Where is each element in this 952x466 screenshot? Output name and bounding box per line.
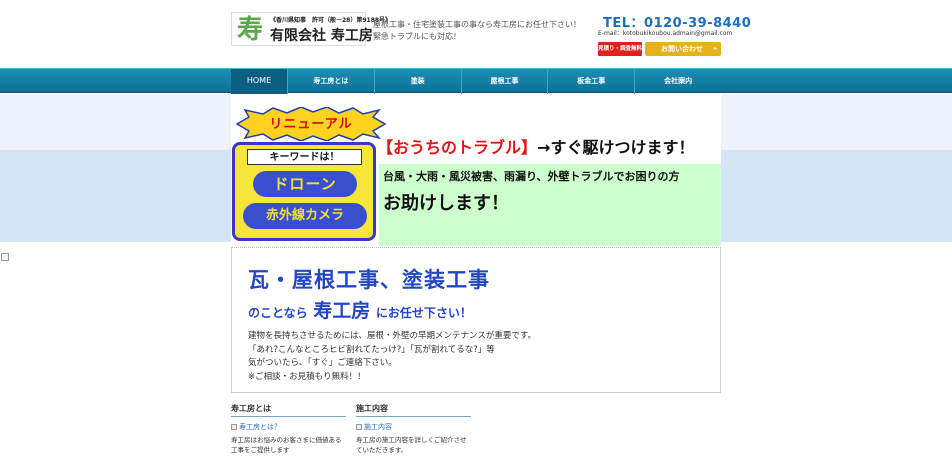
renewal-text: リニューアル [269, 117, 353, 132]
nav-roofing[interactable]: 屋根工事 [462, 69, 549, 94]
tagline-line-2: 緊急トラブルにも対応！ [373, 32, 461, 41]
intro-title-line-1: 瓦・屋根工事、塗装工事 [248, 268, 490, 292]
nav-painting[interactable]: 塗装 [375, 69, 462, 94]
site-logo[interactable]: 寿 《香川県知事 許可（般－28）第9188号》 有限会社 寿工房 [231, 12, 391, 46]
headline-bracket-open: 【 [377, 138, 394, 157]
broken-image-icon [231, 424, 237, 430]
intro-title-prefix: のことなら [248, 306, 308, 320]
contact-button[interactable]: お問い合わせ ▸ [645, 42, 721, 56]
works-column-text: 寿工房の施工内容を詳しくご紹介させていただきます。 [356, 436, 467, 454]
main-nav: HOME 寿工房とは 塗装 屋根工事 板金工事 会社案内 [231, 69, 721, 94]
nav-sheet-metal[interactable]: 板金工事 [548, 69, 636, 94]
company-name: 有限会社 寿工房 [270, 28, 373, 44]
headline-trouble: おうちのトラブル [393, 138, 522, 157]
intro-body-line-3: 気がついたら、「すぐ」ご連絡下さい。 [248, 358, 397, 368]
keyword-label: キーワードは！ [247, 149, 362, 165]
intro-title-suffix: にお任せ下さい！ [375, 306, 472, 320]
nav-about[interactable]: 寿工房とは [288, 69, 375, 94]
keyword-drone: ドローン [253, 171, 357, 197]
works-image-link[interactable]: 施工内容 [356, 422, 471, 432]
intro-section: 瓦・屋根工事、塗装工事 のことなら 寿工房 にお任せ下さい！ 建物を長持ちさせる… [231, 247, 721, 393]
works-image-alt: 施工内容 [364, 423, 392, 431]
intro-body-line-1: 建物を長持ちさせるためには、屋根・外壁の早期メンテナンスが重要です。 [248, 331, 536, 341]
intro-title-brand: 寿工房 [313, 300, 371, 322]
intro-body-line-4: ※ご相談・お見積もり無料！！ [248, 371, 366, 382]
keyword-infrared-camera: 赤外線カメラ [243, 203, 367, 229]
intro-body: 建物を長持ちさせるためには、屋根・外壁の早期メンテナンスが重要です。 「あれ?こ… [248, 330, 536, 384]
about-image-alt: 寿工房とは？ [239, 423, 281, 431]
headline-bracket-close: 】 [521, 138, 538, 157]
hero-description: 台風・大雨・風災被害、雨漏り、外壁トラブルでお困りの方 [383, 170, 680, 183]
email-address[interactable]: E-mail：kotobukikoubou.admain@gmail.com [598, 28, 732, 37]
intro-title-line-2: のことなら 寿工房 にお任せ下さい！ [248, 296, 472, 323]
works-column-title: 施工内容 [356, 403, 471, 417]
about-column: 寿工房とは 寿工房とは？ 寿工房はお悩みのお客さまに価値ある工事をご提供します [231, 403, 346, 455]
free-estimate-button[interactable]: 見積り・調査無料 [598, 42, 642, 56]
about-column-text: 寿工房はお悩みのお客さまに価値ある工事をご提供します [231, 436, 342, 454]
broken-image-icon [1, 253, 9, 261]
about-image-link[interactable]: 寿工房とは？ [231, 422, 346, 432]
page: 寿 《香川県知事 許可（般－28）第9188号》 有限会社 寿工房 屋根工事・住… [0, 0, 952, 466]
hero-headline: 【おうちのトラブル】→すぐ駆けつけます！ [377, 134, 694, 158]
main-navbar: HOME 寿工房とは 塗装 屋根工事 板金工事 会社案内 [0, 68, 952, 94]
arrow-icon: ▸ [713, 45, 717, 52]
site-header: 寿 《香川県知事 許可（般－28）第9188号》 有限会社 寿工房 屋根工事・住… [231, 10, 751, 62]
header-tagline: 屋根工事・住宅塗装工事の事なら寿工房にお任せ下さい！ 緊急トラブルにも対応！ [373, 19, 581, 43]
nav-company[interactable]: 会社案内 [635, 69, 721, 94]
about-column-title: 寿工房とは [231, 403, 346, 417]
works-column: 施工内容 施工内容 寿工房の施工内容を詳しくご紹介させていただきます。 [356, 403, 471, 455]
contact-button-label: お問い合わせ [661, 45, 703, 53]
nav-home[interactable]: HOME [231, 69, 288, 94]
hero-banner[interactable]: リニューアル キーワードは！ ドローン 赤外線カメラ 【おうちのトラブル】→すぐ… [231, 94, 721, 246]
keyword-box: キーワードは！ ドローン 赤外線カメラ [232, 142, 376, 241]
broken-image-icon [356, 424, 362, 430]
logo-mark-icon: 寿 [236, 15, 263, 45]
intro-body-line-2: 「あれ?こんなところヒビ割れてたっけ?」「瓦が割れてるな?」等 [248, 344, 495, 355]
tagline-line-1: 屋根工事・住宅塗装工事の事なら寿工房にお任せ下さい！ [373, 20, 581, 29]
hero-help-text: お助けします！ [383, 193, 509, 214]
renewal-badge: リニューアル [233, 107, 389, 141]
headline-rest: →すぐ駆けつけます！ [537, 138, 695, 157]
